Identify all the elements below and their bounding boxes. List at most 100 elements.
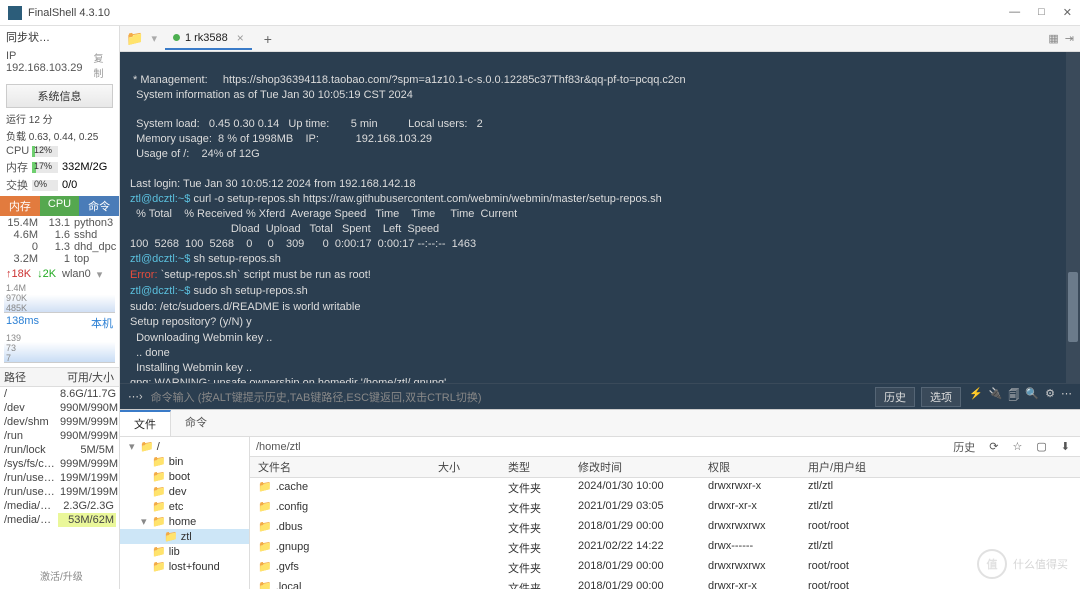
disk-row: /8.6G/11.7G: [0, 387, 119, 401]
hdr-owner: 用户/用户组: [800, 457, 900, 477]
mem-label: 内存: [6, 159, 28, 175]
file-row[interactable]: 📁.config文件夹2021/01/29 03:05drwxr-xr-xztl…: [250, 498, 1080, 518]
chevron-down-icon[interactable]: ▾: [151, 32, 157, 45]
cpu-label: CPU: [6, 145, 28, 157]
minimize-button[interactable]: —: [1009, 6, 1020, 19]
more-icon: ⋯: [1061, 387, 1072, 406]
options-button[interactable]: 选项: [921, 387, 961, 407]
disk-row: /run/lock5M/5M: [0, 443, 119, 457]
bottom-tabs[interactable]: 文件 命令: [120, 410, 1080, 437]
mem-bar: 17%: [32, 162, 58, 173]
proc-row: 4.6M1.6sshd: [2, 229, 117, 241]
gear-icon: ⚙: [1045, 387, 1055, 406]
maximize-button[interactable]: □: [1038, 6, 1045, 19]
tab-cmd[interactable]: 命令: [79, 196, 119, 216]
tab-mem[interactable]: 内存: [0, 196, 40, 216]
tree-node[interactable]: 📁bin: [120, 454, 249, 469]
search-icon: 🔍: [1025, 387, 1039, 406]
disk-row: /sys/fs/c…999M/999M: [0, 457, 119, 471]
terminal[interactable]: * Management: https://shop36394118.taoba…: [120, 52, 1080, 383]
activate-link[interactable]: 激活/升级: [40, 568, 83, 583]
file-row[interactable]: 📁.dbus文件夹2018/01/29 00:00drwxrwxrwxroot/…: [250, 518, 1080, 538]
watermark-text: 什么值得买: [1013, 556, 1068, 572]
system-info-button[interactable]: 系统信息: [6, 84, 113, 108]
exit-icon: ⇥: [1065, 32, 1074, 45]
disk-row: /dev990M/990M: [0, 401, 119, 415]
hdr-date: 修改时间: [570, 457, 700, 477]
swap-label: 交换: [6, 177, 28, 193]
tree-node[interactable]: ▾📁/: [120, 439, 249, 454]
close-tab-icon[interactable]: ×: [237, 31, 244, 45]
current-path: /home/ztl: [256, 441, 301, 453]
sync-status: 同步状…: [0, 26, 119, 48]
tree-node[interactable]: 📁dev: [120, 484, 249, 499]
sidebar: 同步状… IP 192.168.103.29 复制 系统信息 运行 12 分 负…: [0, 26, 120, 589]
tree-node[interactable]: 📁etc: [120, 499, 249, 514]
hdr-type: 类型: [500, 457, 570, 477]
folder-icon[interactable]: 📁: [126, 30, 143, 47]
disk-row: /run/use…199M/199M: [0, 471, 119, 485]
swap-text: 0/0: [62, 179, 77, 191]
tree-node[interactable]: 📁boot: [120, 469, 249, 484]
session-tab[interactable]: 1 rk3588 ×: [165, 28, 252, 50]
tab-bar: 📁 ▾ 1 rk3588 × + ▦⇥: [120, 26, 1080, 52]
history-button[interactable]: 历史: [875, 387, 915, 407]
plug-icon: 🔌: [989, 387, 1003, 406]
chevron-down-icon: ▾: [97, 268, 103, 281]
mem-text: 332M/2G: [62, 161, 107, 173]
scrollbar-thumb[interactable]: [1068, 272, 1078, 342]
download-icon[interactable]: ⬇: [1057, 440, 1074, 453]
disk-row: /run990M/999M: [0, 429, 119, 443]
titlebar: FinalShell 4.3.10 — □ ✕: [0, 0, 1080, 26]
file-row[interactable]: 📁.gnupg文件夹2021/02/22 14:22drwx------ztl/…: [250, 538, 1080, 558]
grid-icon: ▦: [1048, 32, 1058, 45]
watermark-logo: 值: [977, 549, 1007, 579]
tree-node[interactable]: 📁lib: [120, 544, 249, 559]
net-iface: wlan0: [62, 268, 91, 281]
command-input-bar[interactable]: ⋯› 命令输入 (按ALT键提示历史,TAB键路径,ESC键返回,双击CTRL切…: [120, 383, 1080, 409]
disk-row: /media/…2.3G/2.3G: [0, 499, 119, 513]
net-row: ↑18K ↓2K wlan0 ▾: [0, 266, 119, 283]
watermark: 值 什么值得买: [977, 549, 1068, 579]
load-text: 负载 0.63, 0.44, 0.25: [0, 127, 119, 144]
file-row[interactable]: 📁.cache文件夹2024/01/30 10:00drwxrwxr-xztl/…: [250, 478, 1080, 498]
tab-commands[interactable]: 命令: [171, 410, 221, 436]
app-icon: [8, 6, 22, 20]
cmd-placeholder: 命令输入 (按ALT键提示历史,TAB键路径,ESC键返回,双击CTRL切换): [151, 389, 867, 405]
terminal-scrollbar[interactable]: [1066, 52, 1080, 383]
ip-address: IP 192.168.103.29: [6, 50, 94, 80]
process-table: 15.4M13.1python34.6M1.6sshd01.3dhd_dpc3.…: [0, 216, 119, 266]
proc-tabs[interactable]: 内存 CPU 命令: [0, 196, 119, 216]
file-tree[interactable]: ▾📁/📁bin📁boot📁dev📁etc▾📁home📁ztl📁lib📁lost+…: [120, 437, 250, 589]
file-row[interactable]: 📁.gvfs文件夹2018/01/29 00:00drwxrwxrwxroot/…: [250, 558, 1080, 578]
close-button[interactable]: ✕: [1063, 6, 1072, 19]
disk-row: /media/…53M/62M: [0, 513, 119, 527]
file-row[interactable]: 📁.local文件夹2018/01/29 00:00drwxr-xr-xroot…: [250, 578, 1080, 589]
path-bar: /home/ztl 历史 ⟳ ☆ ▢ ⬇: [250, 437, 1080, 457]
tree-node[interactable]: 📁lost+found: [120, 559, 249, 574]
tree-node[interactable]: ▾📁home: [120, 514, 249, 529]
new-tab-button[interactable]: +: [264, 31, 272, 47]
disk-hdr-path: 路径: [0, 368, 58, 386]
clipboard-icon: 🗐: [1008, 387, 1019, 406]
disk-row: /run/use…199M/199M: [0, 485, 119, 499]
bookmark-icon[interactable]: ☆: [1009, 440, 1027, 453]
tree-node[interactable]: 📁ztl: [120, 529, 249, 544]
uptime-text: 运行 12 分: [0, 110, 119, 127]
toolbar-icons[interactable]: ▦⇥: [1048, 32, 1074, 45]
terminal-icon[interactable]: ▢: [1032, 440, 1050, 453]
copy-ip-button[interactable]: 复制: [94, 50, 114, 80]
hdr-perm: 权限: [700, 457, 800, 477]
disk-table: 路径可用/大小 /8.6G/11.7G/dev990M/990M/dev/shm…: [0, 367, 119, 527]
proc-row: 15.4M13.1python3: [2, 217, 117, 229]
refresh-icon[interactable]: ⟳: [985, 440, 1002, 453]
file-listing: /home/ztl 历史 ⟳ ☆ ▢ ⬇ 文件名 大小 类型 修改时间 权限: [250, 437, 1080, 589]
path-history-button[interactable]: 历史: [949, 439, 979, 455]
tab-files[interactable]: 文件: [120, 410, 171, 436]
proc-row: 3.2M1top: [2, 253, 117, 265]
right-action-icons[interactable]: ⚡ 🔌 🗐 🔍 ⚙ ⋯: [969, 387, 1072, 406]
tab-cpu[interactable]: CPU: [40, 196, 80, 216]
bolt-icon: ⚡: [969, 387, 983, 406]
net-graph: 1.4M 970K 485K: [4, 283, 115, 313]
disk-row: /dev/shm999M/999M: [0, 415, 119, 429]
